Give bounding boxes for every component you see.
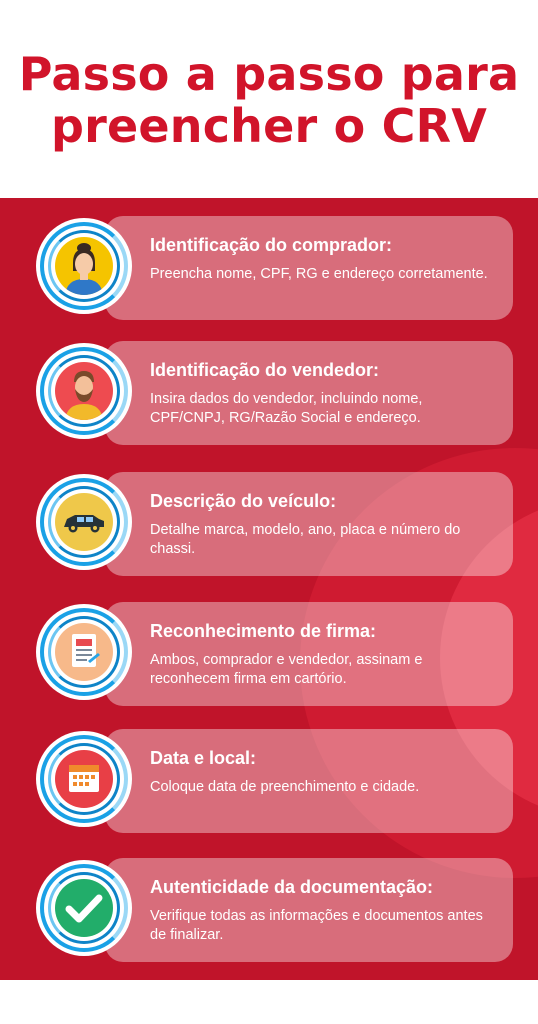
step-title: Descrição do veículo: (150, 491, 337, 511)
page-header: Passo a passo para preencher o CRV (0, 0, 538, 198)
page-title-line-1: Passo a passo para (18, 47, 520, 101)
step-card-signature: Reconhecimento de firma: Ambos, comprado… (105, 602, 513, 706)
step-description: Preencha nome, CPF, RG e endereço corret… (150, 266, 488, 282)
buyer-avatar-icon (36, 218, 132, 314)
step-description: Ambos, comprador e vendedor, assinam e r… (150, 652, 423, 687)
calendar-icon (36, 731, 132, 827)
step-description: Insira dados do vendedor, incluindo nome… (150, 391, 423, 426)
page-title-line-2: preencher o CRV (50, 99, 488, 153)
step-card-seller: Identificação do vendedor: Insira dados … (105, 341, 513, 445)
step-card-vehicle: Descrição do veículo: Detalhe marca, mod… (105, 472, 513, 576)
step-description: Verifique todas as informações e documen… (150, 908, 483, 943)
steps-panel: Identificação do comprador: Preencha nom… (0, 198, 538, 980)
seller-avatar-icon (36, 343, 132, 439)
step-card-date-place: Data e local: Coloque data de preenchime… (105, 729, 513, 833)
step-title: Autenticidade da documentação: (150, 877, 434, 897)
step-card-authenticity: Autenticidade da documentação: Verifique… (105, 858, 513, 962)
checkmark-icon (36, 860, 132, 956)
vehicle-icon (36, 474, 132, 570)
step-title: Reconhecimento de firma: (150, 621, 377, 641)
step-title: Data e local: (150, 748, 257, 768)
document-icon (36, 604, 132, 700)
step-title: Identificação do comprador: (150, 235, 393, 255)
step-description: Coloque data de preenchimento e cidade. (150, 779, 420, 795)
step-title: Identificação do vendedor: (150, 360, 380, 380)
step-card-buyer: Identificação do comprador: Preencha nom… (105, 216, 513, 320)
page-title: Passo a passo para preencher o CRV (0, 48, 538, 152)
step-description: Detalhe marca, modelo, ano, placa e núme… (150, 522, 461, 557)
